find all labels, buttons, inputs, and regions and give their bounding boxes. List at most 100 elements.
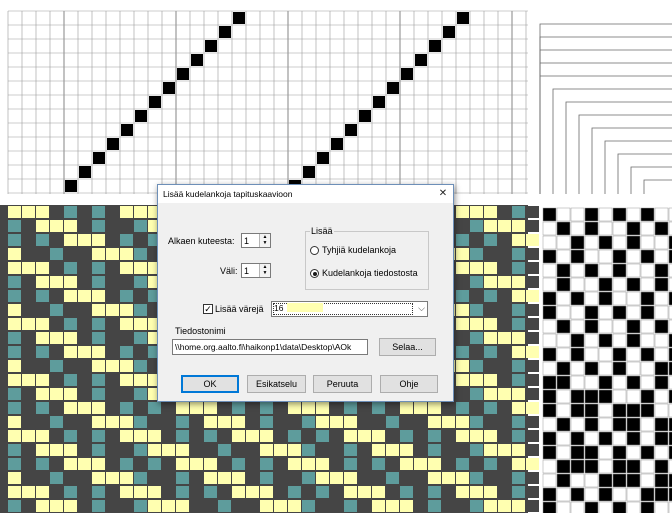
threading-cell: [65, 180, 77, 192]
chevron-down-icon[interactable]: ⌵: [418, 303, 425, 314]
preview-button[interactable]: Esikatselu: [247, 375, 306, 393]
fabric-cell: [162, 402, 175, 414]
fabric-cell: [260, 486, 273, 498]
treadling-cell: [556, 375, 571, 390]
fabric-cell: [526, 402, 539, 414]
fabric-cell: [470, 220, 483, 232]
radio-empty-wefts-label[interactable]: Tyhjiä kudelankoja: [322, 245, 396, 255]
treadling-cell: [570, 277, 585, 292]
add-colors-checkbox[interactable]: ✓: [203, 304, 213, 314]
interval-stepper[interactable]: 1 ▲ ▼: [241, 263, 271, 278]
threading-cell: [303, 166, 315, 178]
fabric-cell: [498, 374, 511, 386]
fabric-cell: [22, 444, 35, 456]
treadling-cell: [626, 305, 641, 320]
fabric-cell: [22, 486, 35, 498]
treadling-cell: [556, 417, 571, 432]
treadling-cell: [584, 291, 599, 306]
fabric-cell: [120, 500, 133, 512]
treadling-cell: [556, 347, 571, 362]
ok-button[interactable]: OK: [181, 375, 239, 393]
close-icon[interactable]: ✕: [433, 185, 453, 203]
fabric-cell: [484, 444, 497, 456]
fabric-cell: [498, 248, 511, 260]
browse-button[interactable]: Selaa...: [379, 338, 436, 356]
dialog-titlebar[interactable]: Lisää kudelankoja tapituskaavioon ✕: [158, 185, 453, 203]
fabric-cell: [484, 458, 497, 470]
radio-empty-wefts[interactable]: [310, 246, 319, 255]
interval-value[interactable]: 1: [244, 266, 249, 276]
fabric-cell: [36, 262, 49, 274]
treadling-cell: [626, 221, 641, 236]
fabric-cell: [92, 234, 105, 246]
color-select[interactable]: 16 ⌵: [271, 301, 428, 317]
fabric-cell: [442, 444, 455, 456]
fabric-cell: [190, 430, 203, 442]
start-stepper[interactable]: 1 ▲ ▼: [241, 233, 271, 248]
fabric-cell: [498, 290, 511, 302]
treadling-cell: [570, 487, 585, 502]
threading-cell: [79, 166, 91, 178]
fabric-cell: [134, 332, 147, 344]
fabric-cell: [134, 500, 147, 512]
fabric-cell: [414, 458, 427, 470]
filename-value[interactable]: \\home.org.aalto.fi\haikonp1\data\Deskto…: [175, 342, 351, 352]
treadling-grid[interactable]: [540, 205, 672, 513]
treadling-cell: [570, 473, 585, 488]
treadling-cell: [542, 277, 557, 292]
threading-cell: [163, 82, 175, 94]
fabric-cell: [22, 248, 35, 260]
fabric-cell: [372, 486, 385, 498]
treadling-cell: [654, 235, 669, 250]
help-button[interactable]: Ohje: [380, 375, 438, 393]
fabric-cell: [456, 248, 469, 260]
treadling-cell: [654, 333, 669, 348]
fabric-cell: [36, 500, 49, 512]
fabric-cell: [8, 402, 21, 414]
fabric-cell: [64, 430, 77, 442]
fabric-cell: [260, 430, 273, 442]
treadling-cell: [570, 263, 585, 278]
fabric-cell: [8, 276, 21, 288]
fabric-cell: [134, 346, 147, 358]
add-colors-label[interactable]: Lisää värejä: [215, 304, 264, 314]
treadling-cell: [640, 473, 655, 488]
fabric-cell: [92, 318, 105, 330]
fabric-cell: [22, 290, 35, 302]
radio-wefts-from-file[interactable]: [310, 269, 319, 278]
stepper-down-icon[interactable]: ▼: [260, 270, 270, 276]
interval-stepper-buttons[interactable]: ▲ ▼: [259, 264, 270, 277]
fabric-cell: [50, 304, 63, 316]
treadling-cell: [542, 473, 557, 488]
fabric-cell: [274, 472, 287, 484]
treadling-cell: [640, 263, 655, 278]
fabric-cell: [22, 500, 35, 512]
fabric-cell: [456, 290, 469, 302]
fabric-cell: [218, 444, 231, 456]
fabric-cell: [484, 318, 497, 330]
treadling-cell: [584, 375, 599, 390]
fabric-cell: [22, 360, 35, 372]
treadling-cell: [612, 389, 627, 404]
threading-grid[interactable]: [0, 0, 528, 194]
treadling-cell: [612, 277, 627, 292]
fabric-cell: [204, 486, 217, 498]
fabric-cell: [316, 472, 329, 484]
radio-wefts-from-file-label[interactable]: Kudelankoja tiedostosta: [322, 268, 418, 278]
stepper-down-icon[interactable]: ▼: [260, 240, 270, 246]
fabric-cell: [78, 332, 91, 344]
fabric-cell: [386, 486, 399, 498]
filename-input[interactable]: \\home.org.aalto.fi\haikonp1\data\Deskto…: [172, 339, 368, 355]
start-value[interactable]: 1: [244, 236, 249, 246]
fabric-cell: [526, 458, 539, 470]
start-stepper-buttons[interactable]: ▲ ▼: [259, 234, 270, 247]
treadling-cell: [612, 361, 627, 376]
fabric-cell: [36, 402, 49, 414]
fabric-cell: [148, 416, 161, 428]
fabric-cell: [106, 248, 119, 260]
fabric-cell: [232, 486, 245, 498]
fabric-cell: [400, 458, 413, 470]
fabric-cell: [470, 374, 483, 386]
fabric-cell: [428, 430, 441, 442]
cancel-button[interactable]: Peruuta: [313, 375, 372, 393]
